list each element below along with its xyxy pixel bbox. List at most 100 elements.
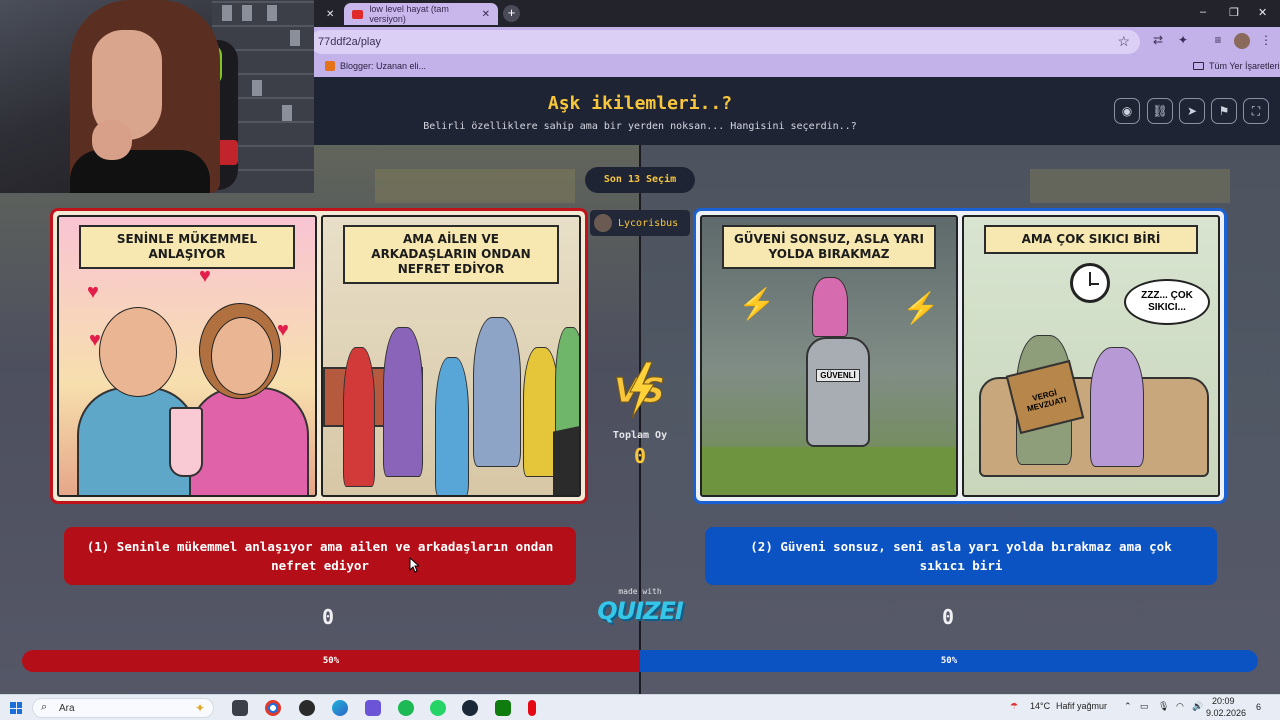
armor-figure: GÜVENLİ — [806, 337, 870, 447]
close-window-button[interactable]: ✕ — [1258, 6, 1267, 19]
mouse-cursor-icon — [409, 557, 419, 573]
total-votes-value: 0 — [633, 444, 647, 468]
option-2-button[interactable]: (2) Güveni sonsuz, seni asla yarı yolda … — [705, 527, 1217, 585]
flag-icon: ⚑ — [1218, 104, 1230, 118]
avatar — [594, 214, 612, 232]
eye-button[interactable]: ◉ — [1114, 98, 1140, 124]
xbox-icon[interactable] — [495, 700, 511, 716]
quizei-logo[interactable]: QUIZEI — [590, 597, 690, 625]
panel-banner: AMA AİLEN VE ARKADAŞLARIN ONDAN NEFRET E… — [343, 225, 559, 284]
blogger-icon — [325, 61, 335, 71]
armor-label: GÜVENLİ — [816, 369, 860, 382]
person-figure — [473, 317, 521, 467]
panel-banner: GÜVENİ SONSUZ, ASLA YARI YOLDA BIRAKMAZ — [722, 225, 936, 269]
person-figure — [343, 347, 375, 487]
option-2-card[interactable]: GÜVENİ SONSUZ, ASLA YARI YOLDA BIRAKMAZ … — [693, 208, 1227, 504]
panel-banner: AMA ÇOK SIKICI BİRİ — [984, 225, 1198, 254]
wifi-icon[interactable]: ◠ — [1176, 701, 1184, 712]
spotify-icon[interactable] — [398, 700, 414, 716]
woman-figure — [1090, 347, 1144, 467]
option-2-votes: 0 — [942, 605, 955, 629]
option-1-image-panel-1: SENİNLE MÜKEMMEL ANLAŞIYOR ♥ ♥ ♥ ♥ — [57, 215, 317, 497]
made-with-label: made with — [618, 587, 662, 596]
minimize-button[interactable]: – — [1200, 6, 1206, 18]
extensions-icon[interactable]: ✦ — [1175, 33, 1191, 49]
screen: ✕ low level hayat (tam versiyon) ✕ + – ❐… — [0, 0, 1280, 720]
man-head — [99, 307, 177, 397]
link-button[interactable]: ⛓ — [1147, 98, 1173, 124]
windows-taskbar: ⌕ Ara ✦ ☂ 14°C Hafif yağmur ⌃ ▭ 🎙 ◠ 🔊 20… — [0, 694, 1280, 720]
option-2-image-panel-1: GÜVENİ SONSUZ, ASLA YARI YOLDA BIRAKMAZ … — [700, 215, 958, 497]
translate-icon[interactable]: ⇄ — [1150, 33, 1166, 49]
streamer-hand — [92, 120, 132, 160]
youtube-icon — [352, 9, 364, 19]
option-1-votes: 0 — [322, 605, 335, 629]
option-1-card[interactable]: SENİNLE MÜKEMMEL ANLAŞIYOR ♥ ♥ ♥ ♥ AMA A… — [50, 208, 588, 504]
clock-icon — [1070, 263, 1110, 303]
vs-badge: VS — [614, 361, 665, 419]
option-2-percent-bar: 50% — [640, 650, 1258, 672]
bookmark-star-icon[interactable]: ☆ — [1117, 33, 1130, 50]
network-icon[interactable]: ▭ — [1140, 701, 1149, 712]
microphone-icon[interactable]: 🎙 — [1158, 701, 1169, 712]
all-bookmarks[interactable]: Tüm Yer İşaretleri — [1193, 61, 1280, 71]
lightning-icon: ⚡ — [738, 288, 776, 321]
share-button[interactable]: ➤ — [1179, 98, 1205, 124]
app-icon[interactable] — [299, 700, 315, 716]
bookmark-label: Blogger: Uzanan eli... — [340, 61, 427, 71]
discord-icon[interactable] — [365, 700, 381, 716]
steam-icon[interactable] — [462, 700, 478, 716]
person-figure — [383, 327, 423, 477]
tab-active[interactable]: low level hayat (tam versiyon) ✕ — [344, 3, 498, 25]
username: Lycorisbus — [618, 217, 679, 229]
clock-time[interactable]: 20:09 — [1212, 696, 1235, 706]
milkshake-glass — [169, 407, 203, 477]
option-1-image-panel-2: AMA AİLEN VE ARKADAŞLARIN ONDAN NEFRET E… — [321, 215, 581, 497]
search-icon: ⌕ — [41, 701, 48, 713]
restore-button[interactable]: ❐ — [1229, 6, 1239, 19]
option-1-button[interactable]: (1) Seninle mükemmel anlaşıyor ama ailen… — [64, 527, 576, 585]
heart-icon: ♥ — [87, 281, 99, 303]
notification-badge[interactable]: 6 — [1256, 702, 1261, 712]
media-icon[interactable]: ≡ — [1210, 33, 1226, 49]
folder-icon — [1193, 62, 1204, 70]
close-icon[interactable]: ✕ — [482, 9, 490, 20]
background-decoration — [375, 169, 575, 203]
weather-temp[interactable]: 14°C — [1030, 701, 1050, 711]
user-tag: Lycorisbus — [590, 210, 690, 236]
profile-avatar[interactable] — [1234, 33, 1250, 49]
lightning-icon: ⚡ — [902, 292, 940, 325]
woman-figure — [812, 277, 848, 337]
clock-date[interactable]: 9.02.2026 — [1206, 708, 1246, 718]
copilot-icon: ✦ — [194, 701, 205, 715]
link-icon: ⛓ — [1152, 104, 1168, 118]
fullscreen-button[interactable]: ⛶ — [1243, 98, 1269, 124]
task-view-icon[interactable] — [232, 700, 248, 716]
woman-figure — [189, 387, 309, 495]
person-figure — [435, 357, 469, 495]
tab-close-prev[interactable]: ✕ — [318, 3, 336, 25]
start-button[interactable] — [10, 702, 22, 714]
menu-icon[interactable]: ⋮ — [1258, 33, 1274, 49]
whatsapp-icon[interactable] — [430, 700, 446, 716]
chevron-up-icon[interactable]: ⌃ — [1124, 701, 1132, 712]
taskbar-search[interactable]: ⌕ Ara ✦ — [32, 698, 214, 718]
woman-head — [211, 317, 273, 395]
edge-icon[interactable] — [332, 700, 348, 716]
thought-bubble: ZZZ... ÇOK SIKICI... — [1124, 279, 1210, 325]
total-votes-label: Toplam Oy — [612, 430, 668, 441]
volume-icon[interactable]: 🔊 — [1192, 701, 1203, 712]
option-2-image-panel-2: AMA ÇOK SIKICI BİRİ ZZZ... ÇOK SIKICI...… — [962, 215, 1220, 497]
new-tab-button[interactable]: + — [503, 5, 520, 22]
close-icon: ✕ — [326, 8, 335, 20]
report-button[interactable]: ⚑ — [1211, 98, 1237, 124]
tab-title: low level hayat (tam versiyon) — [369, 4, 449, 24]
weather-desc[interactable]: Hafif yağmur — [1056, 701, 1107, 711]
url-text: 77ddf2a/play — [318, 36, 381, 48]
streamer-shirt — [70, 150, 210, 193]
netflix-icon[interactable] — [528, 700, 536, 716]
bookmark-item[interactable]: Blogger: Uzanan eli... — [325, 61, 426, 71]
address-bar[interactable]: 77ddf2a/play ☆ — [310, 30, 1140, 54]
chrome-icon[interactable] — [265, 700, 281, 716]
recent-choices-badge[interactable]: Son 13 Seçim — [585, 167, 695, 193]
